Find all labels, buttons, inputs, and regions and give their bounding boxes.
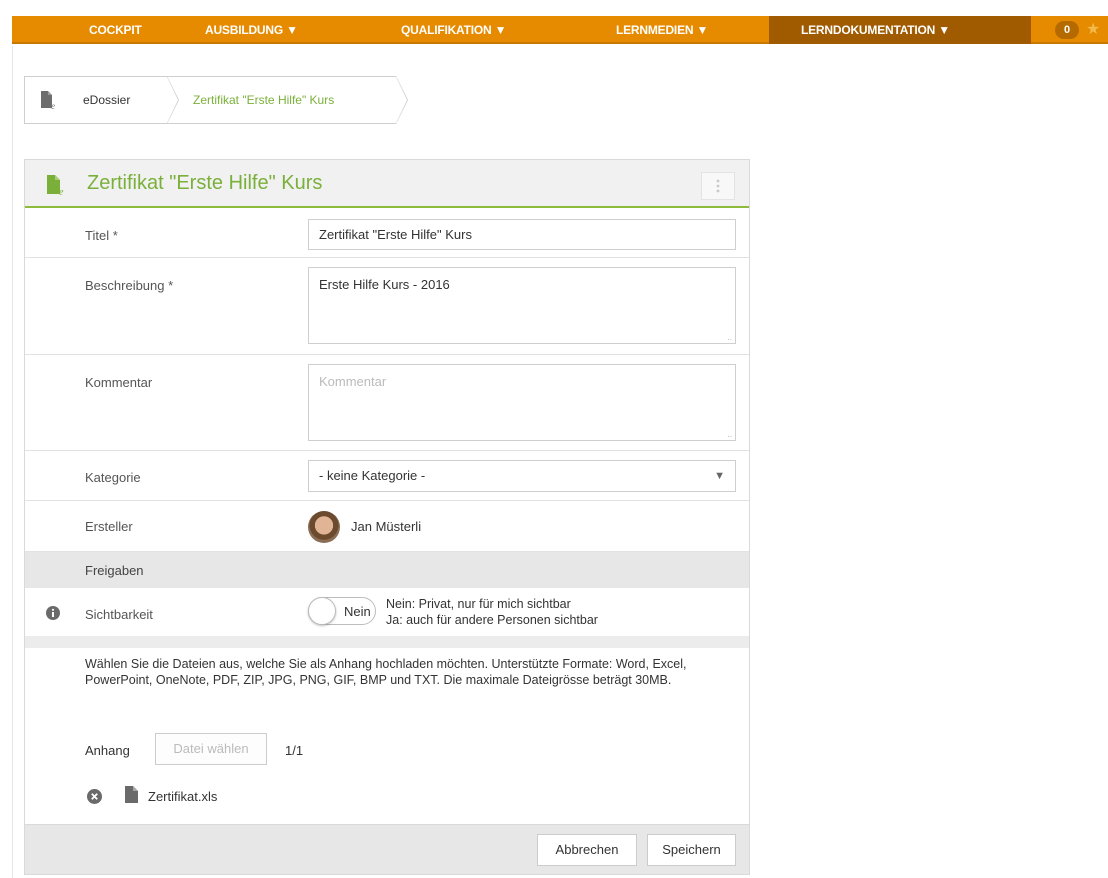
nav-qualifikation[interactable]: QUALIFIKATION ▼ [401,16,507,44]
choose-file-button[interactable]: Datei wählen [155,733,267,765]
more-vertical-icon[interactable] [701,172,735,200]
form-row-category: Kategorie - keine Kategorie - ▼ [25,451,749,501]
form-row-visibility: Sichtbarkeit Nein Nein: Privat, nur für … [25,588,749,636]
description-label: Beschreibung * [85,278,174,293]
form-row-creator: Ersteller Jan Müsterli [25,501,749,552]
form-row-comment: Kommentar Kommentar .. [25,355,749,451]
visibility-help-yes: Ja: auch für andere Personen sichtbar [386,613,598,627]
info-icon[interactable] [46,606,60,623]
breadcrumb-label[interactable]: eDossier [83,93,130,107]
edossier-icon: e [45,174,67,199]
svg-text:e: e [59,187,64,196]
save-button[interactable]: Speichern [647,834,736,866]
panel-header: e Zertifikat "Erste Hilfe" Kurs [25,160,749,208]
attachment-info: Wählen Sie die Dateien aus, welche Sie a… [85,657,687,687]
avatar [308,511,340,543]
breadcrumb-separator-inner [167,77,178,123]
category-label: Kategorie [85,470,141,485]
attachment-label: Anhang [85,743,130,758]
top-navigation: COCKPIT AUSBILDUNG ▼ QUALIFIKATION ▼ LER… [12,16,1108,44]
comment-label: Kommentar [85,375,153,390]
toggle-knob[interactable] [308,597,336,625]
shares-header-label: Freigaben [85,563,144,578]
edossier-entry-panel: e Zertifikat "Erste Hilfe" Kurs Titel * … [24,159,750,875]
file-icon [125,786,138,806]
resize-handle-icon[interactable]: .. [728,334,732,342]
title-label: Titel * [85,228,118,243]
visibility-help-no: Nein: Privat, nur für mich sichtbar [386,597,571,611]
visibility-label: Sichtbarkeit [85,607,153,622]
section-divider [25,636,749,648]
description-textarea[interactable]: Erste Hilfe Kurs - 2016 .. [308,267,736,344]
edossier-icon: e [25,77,71,123]
breadcrumb-item-current[interactable]: Zertifikat "Erste Hilfe" Kurs [167,76,408,124]
remove-file-icon[interactable] [87,789,102,807]
creator-name: Jan Müsterli [351,519,422,534]
visibility-help: Nein: Privat, nur für mich sichtbar Ja: … [386,596,598,628]
panel-footer: Abbrechen Speichern [25,824,749,874]
attachment-count: 1/1 [285,743,304,758]
nav-ausbildung[interactable]: AUSBILDUNG ▼ [205,16,298,44]
toggle-state-text: Nein [344,604,371,619]
category-select[interactable]: - keine Kategorie - ▼ [308,460,736,492]
breadcrumb: e eDossier Zertifikat "Erste Hilfe" Kurs [24,76,408,124]
category-selected: - keine Kategorie - [319,468,426,483]
comment-textarea[interactable]: Kommentar .. [308,364,736,441]
panel-title: Zertifikat "Erste Hilfe" Kurs [87,172,323,194]
cancel-button[interactable]: Abbrechen [537,834,637,866]
creator-label: Ersteller [85,519,133,534]
breadcrumb-current-label[interactable]: Zertifikat "Erste Hilfe" Kurs [193,93,334,107]
breadcrumb-separator-inner [396,77,407,123]
visibility-toggle[interactable]: Nein [308,597,376,625]
description-text: Erste Hilfe Kurs - 2016 [319,277,450,292]
page-edge [12,46,13,878]
form-row-description: Beschreibung * Erste Hilfe Kurs - 2016 .… [25,258,749,355]
chevron-down-icon: ▼ [714,470,725,482]
form-row-title: Titel * Zertifikat "Erste Hilfe" Kurs [25,210,749,258]
shares-section-header: Freigaben [25,552,749,588]
notification-badge[interactable]: 0 [1055,21,1079,39]
star-icon[interactable]: ★ [1086,20,1100,40]
svg-text:e: e [51,101,55,110]
nav-lernmedien[interactable]: LERNMEDIEN ▼ [616,16,708,44]
breadcrumb-item-edossier[interactable]: e eDossier [24,76,179,124]
nav-lerndokumentation[interactable]: LERNDOKUMENTATION ▼ [769,16,1031,44]
file-name[interactable]: Zertifikat.xls [148,789,217,804]
comment-placeholder: Kommentar [319,374,387,389]
resize-handle-icon[interactable]: .. [728,431,732,439]
title-input[interactable]: Zertifikat "Erste Hilfe" Kurs [308,219,736,250]
nav-cockpit[interactable]: COCKPIT [89,16,142,44]
